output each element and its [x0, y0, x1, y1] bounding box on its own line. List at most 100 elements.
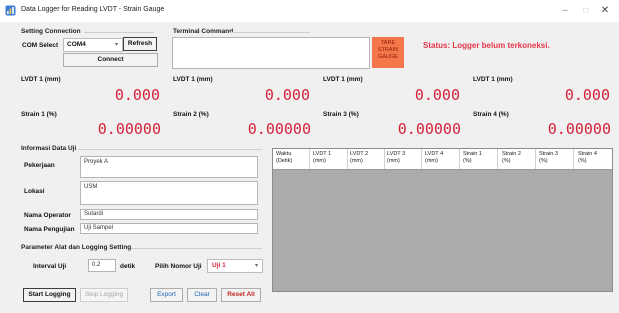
- column-header-strain-3[interactable]: Strain 3 (%): [539, 151, 558, 164]
- column-header-label: Strain 3: [539, 151, 558, 157]
- status-text: Status: Logger belum terkoneksi.: [423, 41, 550, 50]
- start-logging-button[interactable]: Start Logging: [23, 288, 76, 302]
- strain-4-label: Strain 4 (%): [473, 111, 509, 118]
- lvdt-3-value: 0.000: [414, 86, 460, 104]
- column-header-unit: (mm): [425, 157, 438, 164]
- lvdt-1-label: LVDT 1 (mm): [21, 76, 61, 83]
- lokasi-input[interactable]: USM: [80, 181, 258, 205]
- terminal-command-title: Terminal Command: [173, 28, 234, 35]
- group-border: [131, 248, 262, 249]
- column-separator: [347, 149, 348, 169]
- export-button[interactable]: Export: [150, 288, 183, 302]
- terminal-command-input[interactable]: [172, 37, 370, 69]
- pekerjaan-input[interactable]: Proyek A: [80, 156, 258, 178]
- pekerjaan-label: Pekerjaan: [24, 162, 55, 169]
- title-bar: Data Logger for Reading LVDT - Strain Ga…: [0, 0, 619, 22]
- tare-line-2: STRAIN: [377, 47, 399, 53]
- column-header-label: Strain 1: [463, 151, 482, 157]
- column-header-unit: (mm): [313, 157, 326, 164]
- column-header-label: Strain 4: [578, 151, 597, 157]
- column-header-label: Strain 2: [502, 151, 521, 157]
- lvdt-2-label: LVDT 1 (mm): [173, 76, 213, 83]
- column-header-unit: (%): [502, 157, 511, 164]
- reset-all-button[interactable]: Reset All: [221, 288, 261, 302]
- pilih-nomor-uji-label: Pilih Nomor Uji: [155, 263, 202, 270]
- stop-logging-button[interactable]: Stop Logging: [80, 288, 128, 302]
- column-header-strain-1[interactable]: Strain 1 (%): [463, 151, 482, 164]
- column-header-strain-2[interactable]: Strain 2 (%): [502, 151, 521, 164]
- group-border: [84, 32, 154, 33]
- column-header-lvdt-3[interactable]: LVDT 3 (mm): [387, 151, 405, 164]
- refresh-button[interactable]: Refresh: [123, 37, 157, 51]
- lvdt-3-label: LVDT 1 (mm): [323, 76, 363, 83]
- clear-button[interactable]: Clear: [187, 288, 217, 302]
- app-window: Data Logger for Reading LVDT - Strain Ga…: [0, 0, 619, 313]
- com-select-label: COM Select: [22, 42, 59, 49]
- column-header-label: LVDT 2: [350, 151, 369, 157]
- column-header-lvdt-4[interactable]: LVDT 4 (mm): [425, 151, 443, 164]
- column-separator: [384, 149, 385, 169]
- nomor-uji-dropdown[interactable]: Uji 1 ▾: [207, 259, 263, 273]
- group-border: [230, 32, 310, 33]
- column-header-label: LVDT 1: [313, 151, 332, 157]
- lokasi-label: Lokasi: [24, 188, 45, 195]
- column-separator: [421, 149, 422, 169]
- column-header-label: LVDT 3: [387, 151, 406, 157]
- app-icon: [5, 5, 16, 16]
- column-separator: [573, 149, 574, 169]
- informasi-data-uji-title: Informasi Data Uji: [21, 145, 77, 152]
- maximize-button[interactable]: □: [578, 4, 594, 17]
- column-header-label: Waktu: [276, 151, 292, 157]
- tare-strain-gauge-button[interactable]: TARE STRAIN GAUGE: [372, 37, 404, 68]
- group-border: [78, 149, 262, 150]
- tare-line-1: TARE: [380, 40, 396, 46]
- interval-uji-label: Interval Uji: [33, 263, 67, 270]
- column-header-unit: (mm): [350, 157, 363, 164]
- strain-2-label: Strain 2 (%): [173, 111, 209, 118]
- strain-1-value: 0.00000: [97, 120, 161, 138]
- lvdt-4-value: 0.000: [564, 86, 610, 104]
- grid-header: Waktu (Detik) LVDT 1 (mm) LVDT 2 (mm) LVDT …: [273, 149, 612, 170]
- column-separator: [535, 149, 536, 169]
- lvdt-1-value: 0.000: [114, 86, 160, 104]
- close-button[interactable]: ✕: [597, 4, 613, 17]
- nama-pengujian-input[interactable]: Uji Sampel: [80, 223, 258, 234]
- nomor-uji-value: Uji 1: [212, 262, 226, 269]
- chevron-down-icon: ▾: [114, 42, 118, 48]
- column-header-label: LVDT 4: [425, 151, 444, 157]
- strain-3-value: 0.00000: [397, 120, 461, 138]
- column-header-unit: (Detik): [276, 157, 293, 164]
- strain-1-label: Strain 1 (%): [21, 111, 57, 118]
- interval-unit-label: detik: [120, 263, 136, 270]
- window-title: Data Logger for Reading LVDT - Strain Ga…: [21, 6, 165, 13]
- strain-2-value: 0.00000: [247, 120, 311, 138]
- column-separator: [497, 149, 498, 169]
- lvdt-2-value: 0.000: [264, 86, 310, 104]
- minimize-button[interactable]: –: [557, 4, 573, 17]
- data-grid[interactable]: Waktu (Detik) LVDT 1 (mm) LVDT 2 (mm) LVDT …: [272, 148, 613, 292]
- column-header-lvdt-2[interactable]: LVDT 2 (mm): [350, 151, 368, 164]
- com-select-dropdown[interactable]: COM4 ▾: [63, 38, 123, 52]
- strain-3-label: Strain 3 (%): [323, 111, 359, 118]
- column-header-unit: (%): [578, 157, 587, 164]
- com-select-value: COM4: [67, 41, 86, 48]
- nama-operator-input[interactable]: Sutardi: [80, 209, 258, 220]
- column-header-unit: (%): [539, 157, 548, 164]
- column-separator: [459, 149, 460, 169]
- column-header-lvdt-1[interactable]: LVDT 1 (mm): [313, 151, 331, 164]
- tare-line-3: GAUGE: [378, 54, 398, 60]
- lvdt-4-label: LVDT 1 (mm): [473, 76, 513, 83]
- nama-pengujian-label: Nama Pengujian: [24, 226, 75, 233]
- setting-connection-title: Setting Connection: [21, 28, 81, 35]
- column-header-waktu[interactable]: Waktu (Detik): [276, 151, 292, 164]
- column-header-unit: (%): [463, 157, 472, 164]
- column-header-unit: (mm): [387, 157, 400, 164]
- interval-uji-input[interactable]: 0.2: [88, 259, 116, 272]
- column-separator: [309, 149, 310, 169]
- column-header-strain-4[interactable]: Strain 4 (%): [578, 151, 597, 164]
- parameter-title: Parameter Alat dan Logging Setting: [21, 244, 132, 251]
- strain-4-value: 0.00000: [547, 120, 611, 138]
- chevron-down-icon: ▾: [254, 263, 258, 269]
- connect-button[interactable]: Connect: [63, 53, 158, 67]
- nama-operator-label: Nama Operator: [24, 212, 71, 219]
